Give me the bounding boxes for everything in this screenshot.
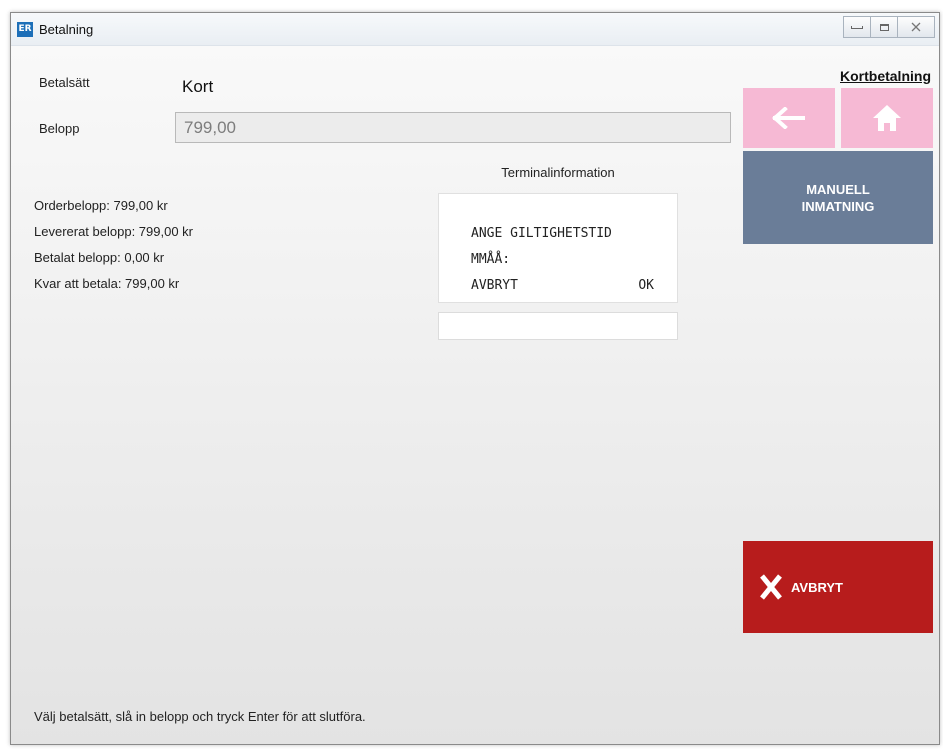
window-title: Betalning [39,22,94,37]
manual-entry-label-2: INMATNING [801,199,875,214]
payment-window: ER Betalning Betalsätt Kort Belopp 799,0… [10,12,940,745]
maximize-icon [879,23,889,31]
back-button[interactable] [743,88,835,148]
close-icon [911,22,921,32]
arrow-left-icon [772,107,805,129]
payment-method-label: Betalsätt [39,75,90,90]
title-bar: ER Betalning [11,13,939,46]
home-icon [873,105,901,131]
maximize-button[interactable] [870,16,898,38]
manual-entry-label-1: MANUELL [806,182,870,197]
app-logo-icon: ER [17,22,33,37]
minimize-button[interactable] [843,16,871,38]
payment-method-value: Kort [182,77,214,96]
cancel-button[interactable]: AVBRYT [743,541,933,633]
close-window-button[interactable] [897,16,935,38]
status-hint-text: Välj betalsätt, slå in belopp och tryck … [34,709,366,724]
x-icon [760,574,782,600]
manual-entry-button[interactable]: MANUELL INMATNING [743,151,933,244]
terminal-cancel-text: AVBRYT [471,278,518,293]
terminal-ok-text: OK [638,278,654,293]
minimize-icon [851,25,863,29]
card-payment-title: Kortbetalning [840,68,931,84]
terminal-line-2: MMÅÅ: [471,252,511,267]
terminal-input[interactable] [438,312,678,340]
order-amount-text: Orderbelopp: 799,00 kr [34,198,168,213]
amount-field[interactable]: 799,00 [175,112,731,143]
amount-label: Belopp [39,121,80,136]
home-button[interactable] [841,88,933,148]
terminal-line-1: ANGE GILTIGHETSTID [471,226,612,241]
remaining-amount-text: Kvar att betala: 799,00 kr [34,276,180,291]
terminal-display: ANGE GILTIGHETSTID MMÅÅ: AVBRYT OK [438,193,678,303]
window-controls [843,16,935,38]
cancel-button-label: AVBRYT [791,579,843,595]
delivered-amount-text: Levererat belopp: 799,00 kr [34,224,193,239]
paid-amount-text: Betalat belopp: 0,00 kr [34,250,165,265]
terminal-info-title: Terminalinformation [501,165,615,180]
